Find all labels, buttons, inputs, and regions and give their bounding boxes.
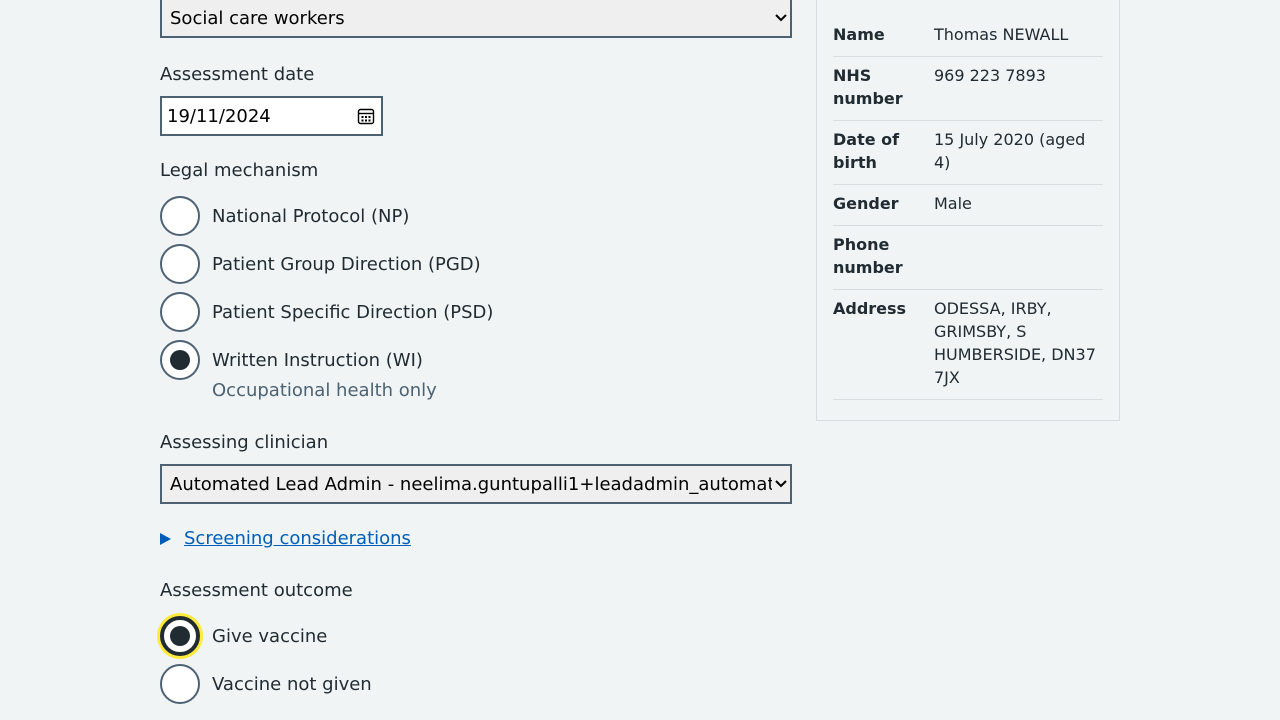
- summary-row-dob: Date of birth 15 July 2020 (aged 4): [833, 121, 1103, 185]
- chevron-down-icon: [772, 475, 790, 493]
- assessing-clinician-label: Assessing clinician: [160, 432, 329, 453]
- summary-row-gender: Gender Male: [833, 185, 1103, 226]
- summary-key: Address: [833, 299, 907, 318]
- legal-mechanism-pgd[interactable]: Patient Group Direction (PGD): [160, 244, 481, 284]
- staff-type-select[interactable]: Social care workers: [160, 0, 792, 38]
- radio-selected-dot: [170, 350, 190, 370]
- caret-right-icon: [160, 532, 171, 545]
- summary-key: Date of birth: [833, 130, 900, 172]
- summary-row-phone: Phone number: [833, 226, 1103, 290]
- summary-key: Gender: [833, 194, 899, 213]
- outcome-vaccine-not-given[interactable]: Vaccine not given: [160, 664, 372, 704]
- radio-pgd[interactable]: [160, 244, 200, 284]
- summary-value: [934, 233, 1103, 279]
- radio-wi-hint: Occupational health only: [212, 380, 437, 401]
- summary-row-address: Address ODESSA, IRBY, GRIMSBY, S HUMBERS…: [833, 290, 1103, 400]
- legal-mechanism-np[interactable]: National Protocol (NP): [160, 196, 409, 236]
- legal-mechanism-label: Legal mechanism: [160, 160, 319, 181]
- calendar-icon[interactable]: [357, 107, 375, 125]
- staff-type-value: Social care workers: [170, 7, 345, 29]
- radio-give-vaccine[interactable]: [160, 616, 200, 656]
- summary-key: Name: [833, 25, 885, 44]
- summary-row-name: Name Thomas NEWALL: [833, 16, 1103, 57]
- radio-give-vaccine-label: Give vaccine: [212, 625, 328, 647]
- radio-psd[interactable]: [160, 292, 200, 332]
- radio-selected-dot: [170, 626, 190, 646]
- summary-value: Male: [934, 194, 972, 213]
- radio-wi[interactable]: [160, 340, 200, 380]
- assessing-clinician-select[interactable]: Automated Lead Admin - neelima.guntupall…: [160, 464, 792, 504]
- chevron-down-icon: [772, 9, 790, 27]
- assessing-clinician-value: Automated Lead Admin - neelima.guntupall…: [170, 473, 772, 495]
- screening-considerations-link[interactable]: Screening considerations: [184, 528, 411, 549]
- summary-row-nhs-number: NHS number 969 223 7893: [833, 57, 1103, 121]
- summary-value: ODESSA, IRBY, GRIMSBY, S HUMBERSIDE, DN3…: [934, 299, 1096, 387]
- radio-psd-label: Patient Specific Direction (PSD): [212, 301, 494, 323]
- radio-wi-label: Written Instruction (WI): [212, 349, 423, 371]
- assessment-date-label: Assessment date: [160, 64, 315, 85]
- legal-mechanism-wi[interactable]: Written Instruction (WI): [160, 340, 423, 380]
- summary-value: Thomas NEWALL: [934, 25, 1069, 44]
- radio-np-label: National Protocol (NP): [212, 205, 410, 227]
- summary-value: 969 223 7893: [934, 66, 1046, 85]
- assessment-date-value: 19/11/2024: [167, 105, 271, 127]
- summary-value: 15 July 2020 (aged 4): [934, 130, 1086, 172]
- patient-summary-list: Name Thomas NEWALL NHS number 969 223 78…: [833, 16, 1103, 400]
- outcome-give-vaccine[interactable]: Give vaccine: [160, 616, 327, 656]
- summary-key: Phone number: [833, 235, 903, 277]
- radio-pgd-label: Patient Group Direction (PGD): [212, 253, 481, 275]
- legal-mechanism-psd[interactable]: Patient Specific Direction (PSD): [160, 292, 493, 332]
- radio-vaccine-not-given[interactable]: [160, 664, 200, 704]
- assessment-outcome-label: Assessment outcome: [160, 580, 353, 601]
- patient-details-card: Name Thomas NEWALL NHS number 969 223 78…: [816, 0, 1120, 421]
- assessment-date-input[interactable]: 19/11/2024: [160, 96, 383, 136]
- screening-considerations-toggle[interactable]: Screening considerations: [160, 528, 411, 549]
- radio-np[interactable]: [160, 196, 200, 236]
- summary-key: NHS number: [833, 66, 903, 108]
- radio-vaccine-not-given-label: Vaccine not given: [212, 673, 372, 695]
